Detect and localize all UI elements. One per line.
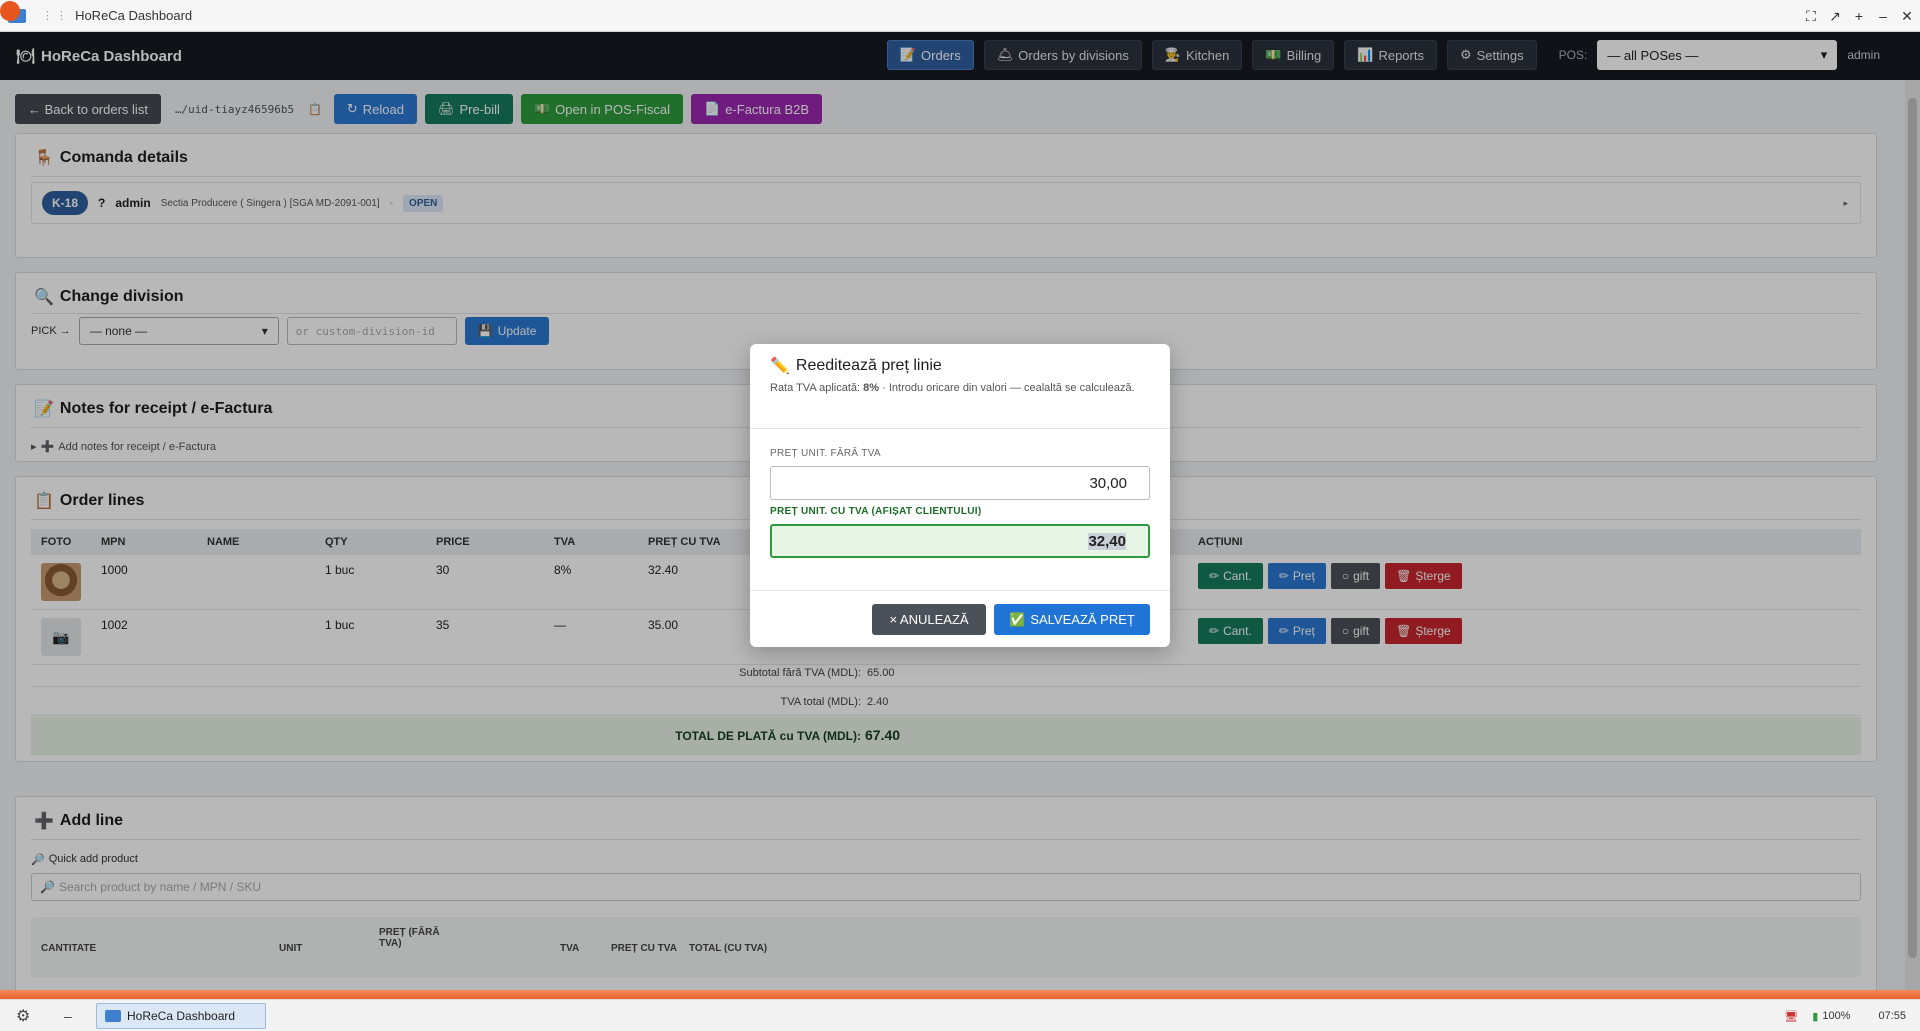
- network-icon[interactable]: 🖥: [1784, 1010, 1798, 1023]
- dialog-title: Reeditează preț linie: [795, 357, 942, 374]
- price-with-vat-value: 32,40: [1088, 532, 1126, 550]
- save-price-label: SALVEAZĂ PREȚ: [1030, 612, 1135, 627]
- app-window-icon: [0, 0, 26, 23]
- vat-rate: 8%: [863, 382, 880, 394]
- dialog-footer: × ANULEAZĂ ✅ SALVEAZĂ PREȚ: [750, 590, 1170, 647]
- vat-rate-suffix: · Introdu oricare din valori — cealaltă …: [879, 382, 1135, 394]
- vat-rate-prefix: Rata TVA aplicată:: [770, 382, 864, 394]
- folder-icon: [105, 1010, 121, 1022]
- taskbar: ⚙ – HoReCa Dashboard 🖥 ▮ 100% 07:55: [0, 999, 1920, 1031]
- minimize-icon[interactable]: –: [1876, 8, 1890, 24]
- launcher-badge: [0, 0, 20, 21]
- fullscreen-icon[interactable]: ⛶: [1804, 8, 1818, 25]
- save-price-button[interactable]: ✅ SALVEAZĂ PREȚ: [994, 604, 1150, 635]
- clock[interactable]: 07:55: [1878, 1010, 1906, 1022]
- price-with-vat-label: PREȚ UNIT. CU TVA (AFIȘAT CLIENTULUI): [770, 506, 982, 517]
- price-without-vat-value: 30,00: [1089, 474, 1127, 492]
- check-icon: ✅: [1009, 611, 1026, 627]
- cancel-button[interactable]: × ANULEAZĂ: [872, 604, 986, 635]
- settings-gear-icon[interactable]: ⚙: [16, 1006, 30, 1026]
- price-without-vat-label: PREȚ UNIT. FĂRĂ TVA: [770, 448, 881, 459]
- window-controls: ⛶ ↗ + – ✕: [1804, 0, 1914, 32]
- taskbar-window-label: HoReCa Dashboard: [127, 1009, 236, 1023]
- title-separator: ⋮ ⋮: [42, 10, 68, 22]
- system-tray: 🖥 ▮ 100% 07:55: [1784, 1000, 1906, 1031]
- new-window-icon[interactable]: +: [1852, 8, 1866, 24]
- taskbar-window-horeca[interactable]: HoReCa Dashboard: [96, 1003, 266, 1029]
- dialog-header: ✏️ Reeditează preț linie Rata TVA aplicat…: [750, 344, 1170, 429]
- edit-price-dialog: ✏️ Reeditează preț linie Rata TVA aplicat…: [750, 344, 1170, 647]
- close-icon[interactable]: ✕: [1900, 8, 1914, 25]
- price-with-vat-input[interactable]: 32,40: [770, 524, 1150, 558]
- window-title: HoReCa Dashboard: [75, 8, 193, 23]
- window-titlebar: ⋮ ⋮ HoReCa Dashboard ⛶ ↗ + – ✕: [0, 0, 1920, 32]
- pencil-icon: ✏️: [770, 358, 790, 375]
- battery-icon[interactable]: ▮: [1812, 1010, 1818, 1023]
- minimize-all-icon[interactable]: –: [64, 1008, 72, 1024]
- dialog-subtitle: Rata TVA aplicată: 8% · Introdu oricare …: [770, 380, 1150, 397]
- restore-icon[interactable]: ↗: [1828, 8, 1842, 25]
- battery-level: 100%: [1822, 1010, 1851, 1022]
- price-without-vat-input[interactable]: 30,00: [770, 466, 1150, 500]
